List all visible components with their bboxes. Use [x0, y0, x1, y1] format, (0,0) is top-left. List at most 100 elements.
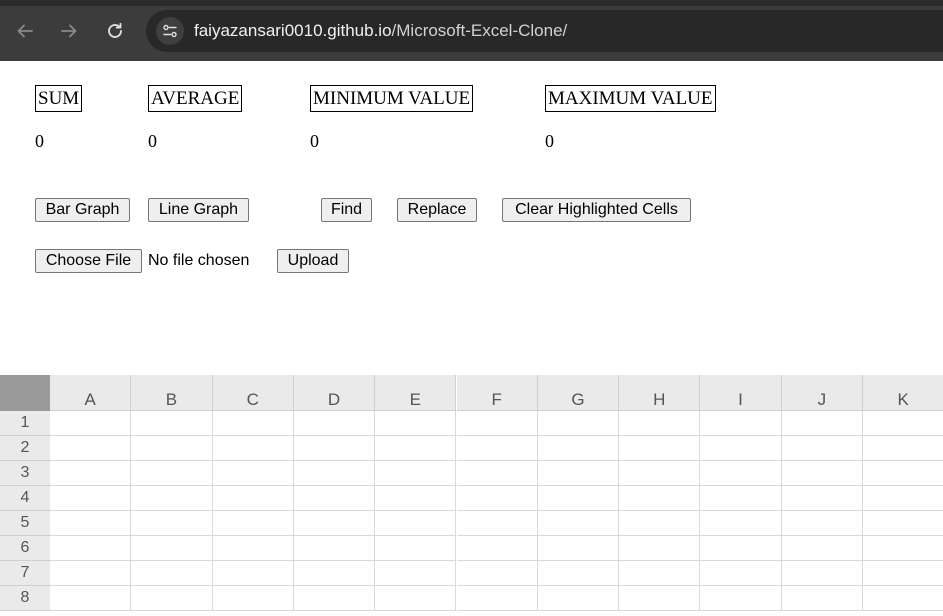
- address-bar[interactable]: faiyazansari0010.github.io/Microsoft-Exc…: [146, 10, 943, 52]
- row-header[interactable]: 1: [0, 411, 50, 436]
- upload-button[interactable]: Upload: [277, 249, 349, 273]
- grid-cell[interactable]: [212, 536, 294, 561]
- grid-cell[interactable]: [50, 461, 132, 486]
- select-all-corner[interactable]: [0, 375, 50, 411]
- grid-cell[interactable]: [375, 536, 457, 561]
- choose-file-button[interactable]: Choose File: [35, 249, 142, 273]
- grid-cell[interactable]: [212, 486, 294, 511]
- grid-cell[interactable]: [781, 511, 863, 536]
- grid-cell[interactable]: [781, 436, 863, 461]
- grid-cell[interactable]: [131, 411, 213, 436]
- column-header[interactable]: B: [131, 375, 213, 411]
- grid-cell[interactable]: [212, 436, 294, 461]
- grid-cell[interactable]: [375, 511, 457, 536]
- grid-cell[interactable]: [537, 536, 620, 561]
- replace-button[interactable]: Replace: [397, 198, 477, 222]
- grid-cell[interactable]: [456, 436, 538, 461]
- grid-cell[interactable]: [212, 411, 294, 436]
- grid-cell[interactable]: [375, 561, 457, 586]
- row-header[interactable]: 4: [0, 486, 50, 511]
- grid-cell[interactable]: [619, 411, 701, 436]
- grid-cell[interactable]: [781, 561, 863, 586]
- grid-cell[interactable]: [781, 536, 863, 561]
- grid-cell[interactable]: [619, 586, 701, 611]
- grid-cell[interactable]: [131, 536, 213, 561]
- grid-cell[interactable]: [700, 411, 782, 436]
- grid-cell[interactable]: [131, 436, 213, 461]
- grid-cell[interactable]: [50, 536, 132, 561]
- grid-cell[interactable]: [212, 511, 294, 536]
- row-header[interactable]: 6: [0, 536, 50, 561]
- reload-icon[interactable]: [101, 17, 129, 45]
- column-header[interactable]: D: [293, 375, 376, 411]
- grid-cell[interactable]: [131, 561, 213, 586]
- row-header[interactable]: 8: [0, 586, 50, 611]
- find-button[interactable]: Find: [321, 198, 372, 222]
- grid-cell[interactable]: [781, 586, 863, 611]
- grid-cell[interactable]: [456, 486, 538, 511]
- grid-cell[interactable]: [456, 586, 538, 611]
- grid-cell[interactable]: [456, 511, 538, 536]
- grid-cell[interactable]: [375, 461, 457, 486]
- column-header[interactable]: K: [863, 375, 943, 411]
- column-header[interactable]: H: [619, 375, 701, 411]
- grid-cell[interactable]: [456, 561, 538, 586]
- column-header[interactable]: F: [456, 375, 538, 411]
- grid-cell[interactable]: [619, 561, 701, 586]
- grid-cell[interactable]: [863, 486, 943, 511]
- grid-cell[interactable]: [781, 486, 863, 511]
- grid-cell[interactable]: [619, 536, 701, 561]
- grid-cell[interactable]: [293, 486, 376, 511]
- url-text[interactable]: faiyazansari0010.github.io/Microsoft-Exc…: [194, 10, 567, 52]
- grid-cell[interactable]: [131, 511, 213, 536]
- bar-graph-button[interactable]: Bar Graph: [35, 198, 130, 222]
- grid-cell[interactable]: [50, 511, 132, 536]
- row-header[interactable]: 7: [0, 561, 50, 586]
- column-header[interactable]: C: [212, 375, 294, 411]
- grid-cell[interactable]: [375, 586, 457, 611]
- grid-cell[interactable]: [700, 586, 782, 611]
- grid-cell[interactable]: [293, 411, 376, 436]
- grid-cell[interactable]: [456, 461, 538, 486]
- grid-cell[interactable]: [700, 461, 782, 486]
- grid-cell[interactable]: [863, 586, 943, 611]
- grid-cell[interactable]: [375, 411, 457, 436]
- grid-cell[interactable]: [50, 486, 132, 511]
- grid-cell[interactable]: [50, 436, 132, 461]
- forward-arrow-icon[interactable]: [55, 17, 83, 45]
- grid-cell[interactable]: [456, 536, 538, 561]
- grid-cell[interactable]: [293, 511, 376, 536]
- grid-cell[interactable]: [131, 461, 213, 486]
- grid-cell[interactable]: [456, 411, 538, 436]
- grid-cell[interactable]: [700, 561, 782, 586]
- row-header[interactable]: 5: [0, 511, 50, 536]
- grid-cell[interactable]: [212, 586, 294, 611]
- grid-cell[interactable]: [212, 461, 294, 486]
- column-header[interactable]: A: [50, 375, 132, 411]
- grid-cell[interactable]: [537, 411, 620, 436]
- grid-cell[interactable]: [619, 486, 701, 511]
- grid-cell[interactable]: [863, 536, 943, 561]
- grid-cell[interactable]: [863, 461, 943, 486]
- clear-highlighted-cells-button[interactable]: Clear Highlighted Cells: [502, 198, 691, 222]
- row-header[interactable]: 2: [0, 436, 50, 461]
- grid-cell[interactable]: [700, 436, 782, 461]
- grid-cell[interactable]: [781, 461, 863, 486]
- site-settings-icon[interactable]: [156, 17, 184, 45]
- grid-cell[interactable]: [700, 511, 782, 536]
- column-header[interactable]: J: [781, 375, 863, 411]
- column-header[interactable]: I: [700, 375, 782, 411]
- grid-cell[interactable]: [293, 436, 376, 461]
- grid-cell[interactable]: [619, 436, 701, 461]
- line-graph-button[interactable]: Line Graph: [148, 198, 249, 222]
- grid-cell[interactable]: [293, 536, 376, 561]
- grid-cell[interactable]: [50, 586, 132, 611]
- grid-cell[interactable]: [537, 461, 620, 486]
- grid-cell[interactable]: [131, 586, 213, 611]
- grid-cell[interactable]: [537, 586, 620, 611]
- grid-cell[interactable]: [781, 411, 863, 436]
- back-arrow-icon[interactable]: [11, 17, 39, 45]
- grid-cell[interactable]: [293, 461, 376, 486]
- grid-cell[interactable]: [537, 436, 620, 461]
- grid-cell[interactable]: [50, 411, 132, 436]
